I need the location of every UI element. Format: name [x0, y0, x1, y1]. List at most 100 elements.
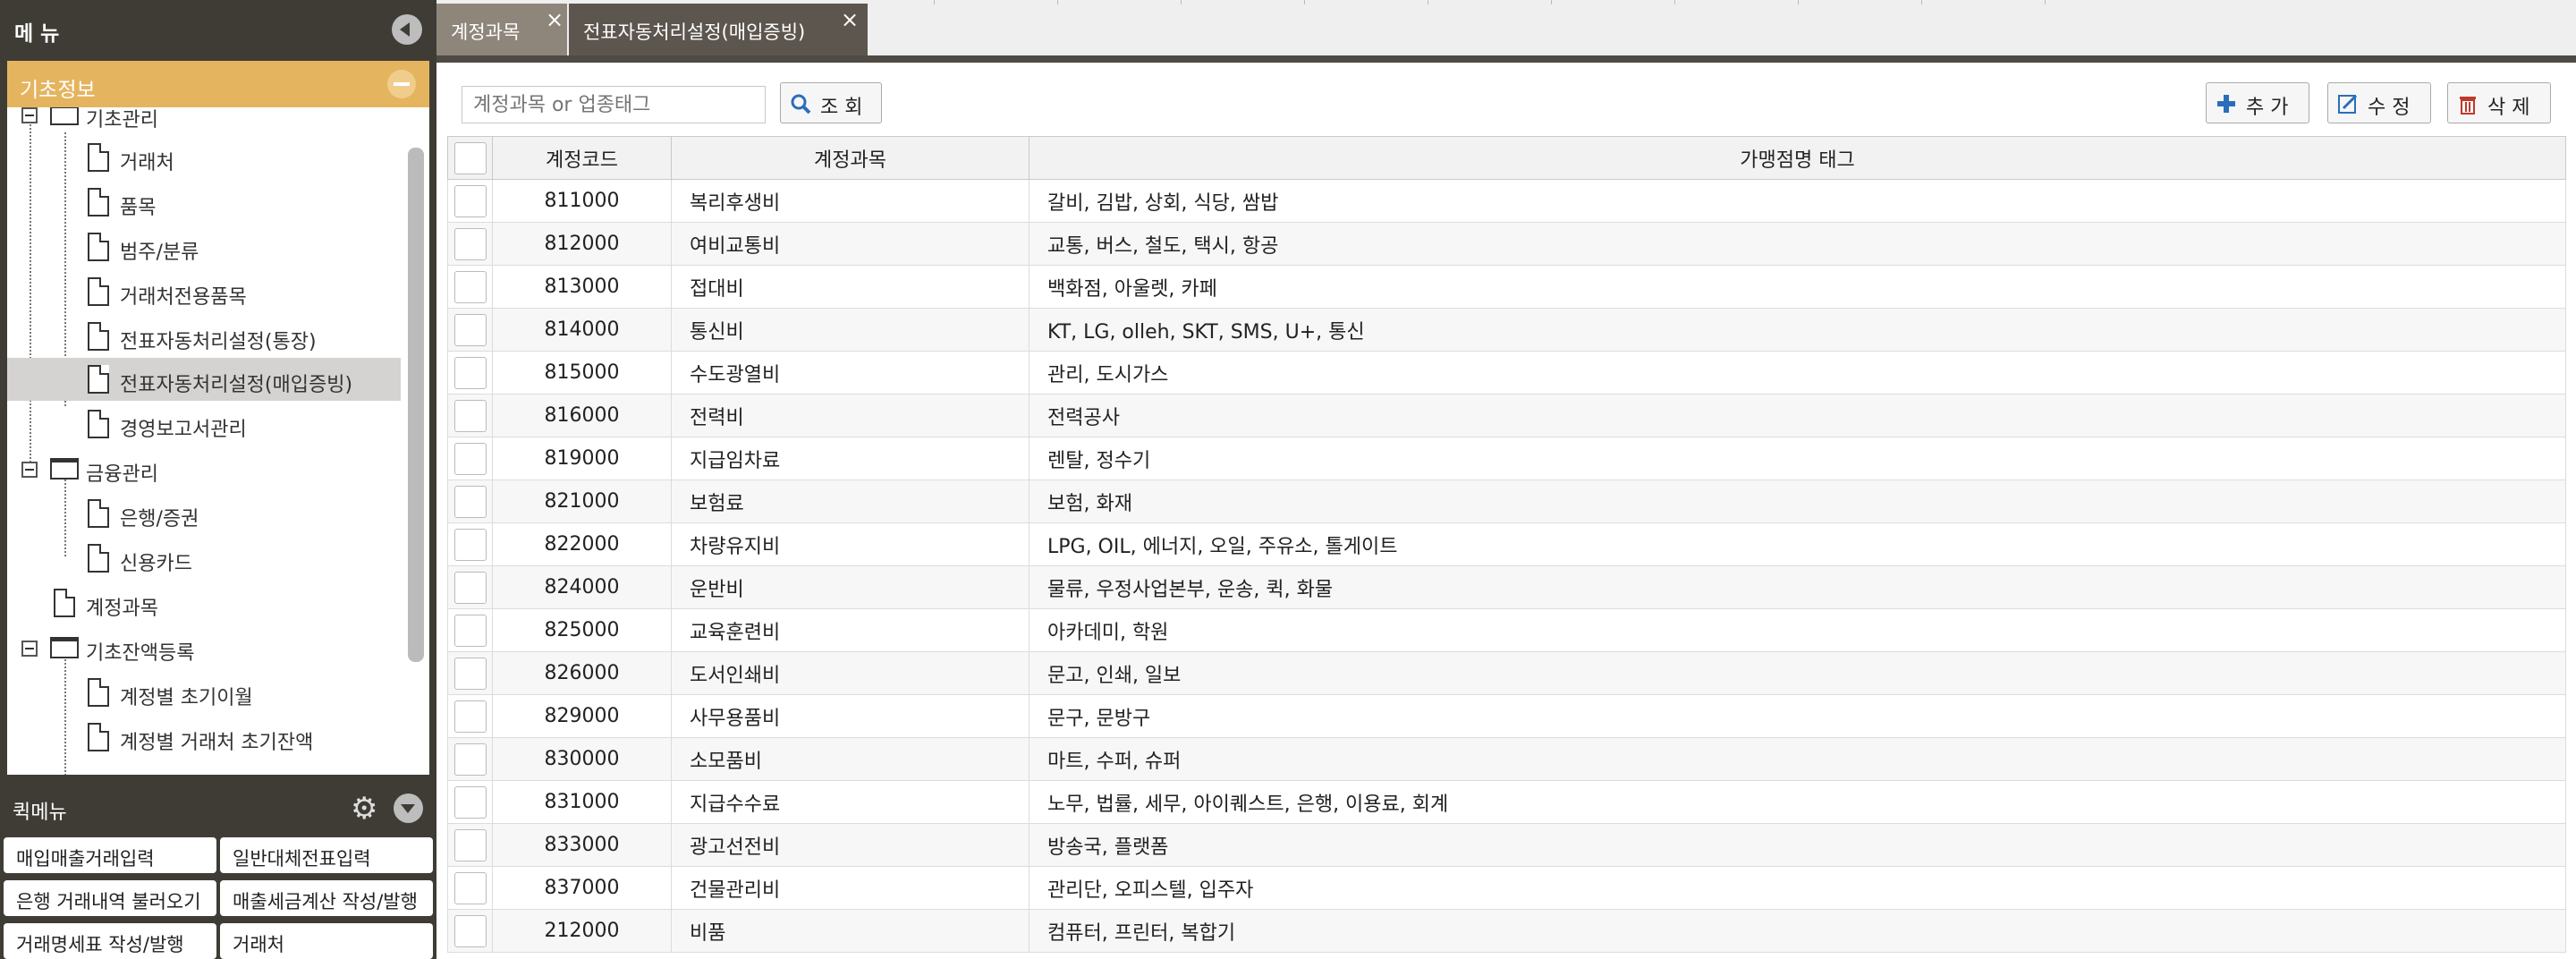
table-row[interactable]: 830000 소모품비 마트, 수퍼, 슈퍼: [447, 737, 2566, 781]
tree-item-auto-voucher-purchase[interactable]: 전표자동처리설정(매입증빙): [7, 358, 401, 401]
quick-button-bank-import[interactable]: 은행 거래내역 불러오기: [4, 880, 216, 916]
delete-button[interactable]: 삭 제: [2447, 82, 2551, 123]
tab-accounts[interactable]: 계정과목 ×: [436, 4, 567, 55]
cell-code: 819000: [492, 437, 672, 480]
close-icon[interactable]: ×: [546, 7, 564, 32]
cell-tags: 렌탈, 정수기: [1029, 437, 2566, 480]
tree-item-clients[interactable]: 거래처: [7, 136, 401, 179]
search-button[interactable]: 조 회: [780, 82, 882, 123]
row-checkbox[interactable]: [453, 485, 487, 518]
table-row[interactable]: 822000 차량유지비 LPG, OIL, 에너지, 오일, 주유소, 톨게이…: [447, 522, 2566, 566]
row-checkbox[interactable]: [453, 356, 487, 389]
table-row[interactable]: 812000 여비교통비 교통, 버스, 철도, 택시, 항공: [447, 222, 2566, 266]
row-checkbox[interactable]: [453, 227, 487, 260]
row-checkbox[interactable]: [453, 657, 487, 690]
cell-tags: 문구, 문방구: [1029, 694, 2566, 738]
tree-folder-finance-management[interactable]: 금융관리: [7, 447, 401, 490]
close-icon[interactable]: ×: [841, 7, 859, 32]
collapse-toggle-icon[interactable]: [21, 107, 38, 123]
file-icon: [88, 188, 109, 216]
add-button-label: 추 가: [2246, 97, 2289, 119]
tree-item-accounts[interactable]: 계정과목: [7, 581, 401, 624]
chevron-down-icon[interactable]: [394, 794, 423, 823]
table-row[interactable]: 816000 전력비 전력공사: [447, 394, 2566, 437]
search-icon: [791, 94, 811, 115]
tree-item-account-carryover[interactable]: 계정별 초기이월: [7, 671, 401, 714]
column-header-code[interactable]: 계정코드: [492, 136, 672, 180]
tree-scrollbar[interactable]: [408, 148, 424, 662]
cell-account: 비품: [671, 909, 1030, 953]
collapse-toggle-icon[interactable]: [21, 462, 38, 478]
row-checkbox[interactable]: [453, 528, 487, 561]
row-checkbox[interactable]: [453, 700, 487, 733]
table-row[interactable]: 837000 건물관리비 관리단, 오피스텔, 입주자: [447, 866, 2566, 910]
table-row[interactable]: 813000 접대비 백화점, 아울렛, 카페: [447, 265, 2566, 309]
folder-icon: [50, 637, 79, 658]
row-checkbox[interactable]: [453, 184, 487, 217]
folder-icon: [50, 458, 79, 480]
table-row[interactable]: 814000 통신비 KT, LG, olleh, SKT, SMS, U+, …: [447, 308, 2566, 352]
table-row[interactable]: 821000 보험료 보험, 화재: [447, 480, 2566, 523]
tree-item-categories[interactable]: 범주/분류: [7, 225, 401, 268]
table-row[interactable]: 833000 광고선전비 방송국, 플랫폼: [447, 823, 2566, 867]
cell-tags: 방송국, 플랫폼: [1029, 823, 2566, 867]
row-checkbox[interactable]: [453, 614, 487, 647]
table-row[interactable]: 824000 운반비 물류, 우정사업본부, 운송, 퀵, 화물: [447, 565, 2566, 609]
edit-button[interactable]: 수 정: [2327, 82, 2431, 123]
row-checkbox[interactable]: [453, 571, 487, 604]
row-checkbox[interactable]: [453, 828, 487, 861]
quick-button-clients[interactable]: 거래처: [220, 923, 433, 959]
quick-button-general-voucher-entry[interactable]: 일반대체전표입력: [220, 837, 433, 873]
row-checkbox[interactable]: [453, 871, 487, 904]
tree-item-management-reports[interactable]: 경영보고서관리: [7, 403, 401, 446]
row-checkbox[interactable]: [453, 442, 487, 475]
row-checkbox[interactable]: [453, 313, 487, 346]
row-checkbox[interactable]: [453, 270, 487, 303]
category-header[interactable]: 기초정보: [7, 61, 429, 107]
quick-button-transaction-statement[interactable]: 거래명세표 작성/발행: [4, 923, 216, 959]
column-header-tags[interactable]: 가맹점명 태그: [1029, 136, 2566, 180]
cell-code: 811000: [492, 179, 672, 223]
table-row[interactable]: 826000 도서인쇄비 문고, 인쇄, 일보: [447, 651, 2566, 695]
tree-item-client-opening-balance[interactable]: 계정별 거래처 초기잔액: [7, 716, 401, 759]
row-checkbox[interactable]: [453, 914, 487, 947]
row-checkbox[interactable]: [453, 399, 487, 432]
gear-icon[interactable]: ⚙: [351, 794, 377, 824]
collapse-toggle-icon[interactable]: [21, 641, 38, 657]
add-button[interactable]: 추 가: [2206, 82, 2309, 123]
cell-account: 통신비: [671, 308, 1030, 352]
cell-account: 건물관리비: [671, 866, 1030, 910]
quick-button-sales-tax-invoice[interactable]: 매출세금계산 작성/발행: [220, 880, 433, 916]
select-all-checkbox[interactable]: [453, 141, 487, 174]
file-icon: [88, 499, 109, 528]
table-row[interactable]: 811000 복리후생비 갈비, 김밥, 상회, 식당, 쌈밥: [447, 179, 2566, 223]
column-header-account[interactable]: 계정과목: [671, 136, 1030, 180]
collapse-menu-icon[interactable]: [392, 14, 422, 45]
row-checkbox[interactable]: [453, 785, 487, 819]
table-row[interactable]: 825000 교육훈련비 아카데미, 학원: [447, 608, 2566, 652]
table-row[interactable]: 819000 지급임차료 렌탈, 정수기: [447, 437, 2566, 480]
table-row[interactable]: 829000 사무용품비 문구, 문방구: [447, 694, 2566, 738]
tree-item-banks[interactable]: 은행/증권: [7, 492, 401, 535]
tree-folder-opening-balances[interactable]: 기초잔액등록: [7, 626, 401, 669]
tree-item-items[interactable]: 품목: [7, 181, 401, 224]
tree-item-client-items[interactable]: 거래처전용품목: [7, 270, 401, 313]
cell-tags: 아카데미, 학원: [1029, 608, 2566, 652]
tree-label: 기초관리: [86, 109, 158, 132]
table-row[interactable]: 831000 지급수수료 노무, 법률, 세무, 아이퀘스트, 은행, 이용료,…: [447, 780, 2566, 824]
cell-code: 833000: [492, 823, 672, 867]
tree-folder-basic-management[interactable]: 기초관리: [7, 107, 401, 136]
quick-button-purchase-sales-entry[interactable]: 매입매출거래입력: [4, 837, 216, 873]
cell-account: 복리후생비: [671, 179, 1030, 223]
table-row[interactable]: 212000 비품 컴퓨터, 프린터, 복합기: [447, 909, 2566, 953]
menu-header: 메 뉴: [0, 0, 436, 59]
table-row[interactable]: 815000 수도광열비 관리, 도시가스: [447, 351, 2566, 395]
tree-item-auto-voucher-bank[interactable]: 전표자동처리설정(통장): [7, 315, 401, 358]
tab-auto-voucher-purchase[interactable]: 전표자동처리설정(매입증빙) ×: [569, 4, 868, 55]
row-checkbox[interactable]: [453, 743, 487, 776]
collapse-category-icon[interactable]: [387, 70, 416, 98]
cell-account: 차량유지비: [671, 522, 1030, 566]
quick-menu-header: 퀵메뉴 ⚙: [0, 785, 436, 830]
tree-item-credit-cards[interactable]: 신용카드: [7, 537, 401, 580]
search-input[interactable]: [462, 86, 766, 123]
